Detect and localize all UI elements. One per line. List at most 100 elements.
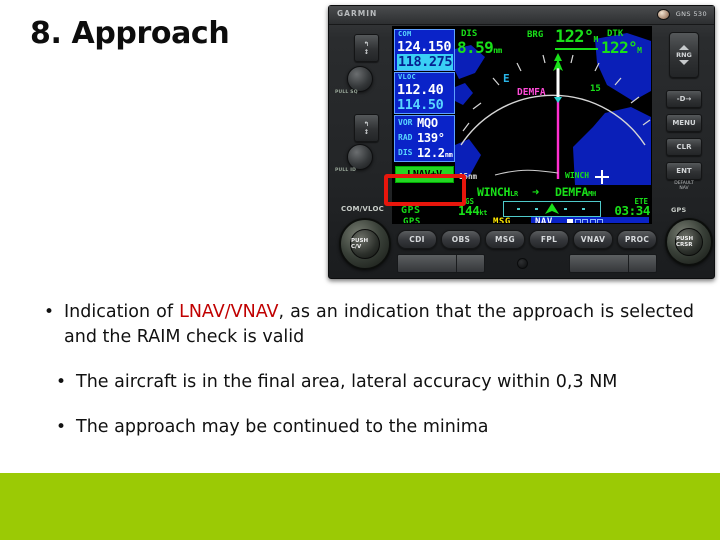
to-waypoint: DEMFAMH xyxy=(555,185,596,199)
vnav-button[interactable]: VNAV xyxy=(573,230,613,249)
com-vloc-inner-knob[interactable]: PUSH C/V xyxy=(350,229,380,259)
com-standby-frequency: 118.275 xyxy=(397,54,454,70)
msg-button[interactable]: MSG xyxy=(485,230,525,249)
com-vloc-knob-label: COM/VLOC xyxy=(341,205,384,213)
desired-track-number: 122° xyxy=(601,38,638,57)
cdi-dot xyxy=(517,207,520,210)
signal-bar xyxy=(567,219,573,223)
list-item: • Indication of LNAV/VNAV, as an indicati… xyxy=(34,300,694,350)
fpl-button[interactable]: FPL xyxy=(529,230,569,249)
clear-button[interactable]: CLR xyxy=(666,138,702,156)
garmin-brand-logo: GARMIN xyxy=(337,9,378,18)
vor-data-box[interactable]: VOR MQO RAD 139° DIS 12.2nm xyxy=(394,115,455,162)
vloc-flipflop-arrows-icon: ↕ xyxy=(363,128,370,136)
groundspeed-unit: kt xyxy=(479,209,488,217)
com-volume-knob[interactable] xyxy=(347,66,373,92)
vloc-flipflop-icon: ↰ xyxy=(363,120,370,128)
vloc-label: VLOC xyxy=(398,73,417,81)
from-waypoint-suffix: LR xyxy=(510,190,518,198)
compass-east-marker: E xyxy=(503,72,510,85)
vloc-volume-label: PULL ID xyxy=(335,168,357,173)
menu-button[interactable]: MENU xyxy=(666,114,702,132)
cdi-button[interactable]: CDI xyxy=(397,230,437,249)
map-distance-unit: nm xyxy=(493,46,502,55)
gps-cursor-knob[interactable]: PUSH CRSR xyxy=(665,218,713,266)
gns530-unit: GARMIN GNS 530 COM 124.150 118.275 VLOC … xyxy=(328,5,715,279)
com-flipflop-arrows-icon: ↕ xyxy=(363,48,370,56)
list-item: • The approach may be continued to the mi… xyxy=(34,415,694,440)
bearing-value: 122°M xyxy=(555,27,598,50)
signal-bar xyxy=(574,219,581,223)
ete-value: 03:34 xyxy=(614,203,650,218)
course-deviation-indicator xyxy=(503,201,601,217)
cdi-aircraft-symbol xyxy=(545,203,559,214)
to-waypoint-suffix: MH xyxy=(588,190,596,198)
vloc-flipflop-button[interactable]: ↰ ↕ xyxy=(354,114,379,142)
bullet-highlight: LNAV/VNAV xyxy=(179,302,279,322)
bearing-unit: M xyxy=(593,35,599,44)
gps-inner-knob[interactable]: PUSH CRSR xyxy=(675,228,703,256)
com-volume-label: PULL SQ xyxy=(335,90,358,95)
slot-divider xyxy=(456,255,457,272)
radial-value: 139° xyxy=(417,131,445,145)
signal-bar xyxy=(582,219,588,223)
vor-distance-value: 12.2nm xyxy=(417,146,453,160)
right-card-slot[interactable] xyxy=(569,254,657,273)
status-nav-label: NAV xyxy=(535,217,553,224)
vor-ident-value: MQO xyxy=(417,116,438,130)
cdi-dot xyxy=(582,207,585,210)
vloc-standby-frequency: 114.50 xyxy=(397,97,444,113)
range-up-icon[interactable] xyxy=(679,45,689,50)
map-waypoint-demfa-label: DEMFA xyxy=(517,87,546,98)
vor-label: VOR xyxy=(398,118,413,127)
status-message-annunciator[interactable]: MSG xyxy=(493,217,511,223)
nav-source-indicator: GPS xyxy=(401,205,421,216)
com-flipflop-icon: ↰ xyxy=(363,40,370,48)
radial-label: RAD xyxy=(398,133,413,142)
slide-accent-band xyxy=(0,473,720,540)
left-card-slot[interactable] xyxy=(397,254,485,273)
bullet-list: • Indication of LNAV/VNAV, as an indicati… xyxy=(34,300,694,456)
bearing-label: BRG xyxy=(527,30,544,40)
direct-to-button[interactable]: -D→ xyxy=(666,90,702,108)
moving-map-area[interactable]: DIS 8.59nm BRG 122°M DTK 122°M E 15 DEMF… xyxy=(455,27,651,185)
cdi-dot xyxy=(564,207,567,210)
range-down-icon[interactable] xyxy=(679,60,689,65)
red-annotation-box xyxy=(384,174,466,206)
com-flipflop-button[interactable]: ↰ ↕ xyxy=(354,34,379,62)
desired-track-value: 122°M xyxy=(601,38,642,57)
com-radio-box[interactable]: COM 124.150 118.275 xyxy=(394,29,455,71)
signal-bar xyxy=(589,219,596,223)
vloc-active-frequency: 112.40 xyxy=(397,82,444,98)
status-gps-label: GPS xyxy=(403,217,421,224)
default-nav-label: DEFAULT NAV xyxy=(674,181,694,191)
bearing-number: 122° xyxy=(555,27,594,47)
proc-button[interactable]: PROC xyxy=(617,230,657,249)
screen-status-bar: GPS MSG NAV xyxy=(393,217,651,224)
obs-button[interactable]: OBS xyxy=(441,230,481,249)
power-indicator-led xyxy=(657,8,670,20)
map-distance-value: 8.59nm xyxy=(457,38,502,57)
bullet-text-pre: Indication of xyxy=(64,302,180,322)
vloc-radio-box[interactable]: VLOC 112.40 114.50 xyxy=(394,72,455,114)
status-nav-block: NAV xyxy=(531,217,649,224)
vloc-volume-knob[interactable] xyxy=(347,144,373,170)
desired-track-unit: M xyxy=(637,46,642,55)
from-waypoint: WINCHLR xyxy=(477,185,518,199)
cdi-dot xyxy=(535,207,538,210)
vor-distance-number: 12.2 xyxy=(417,146,445,160)
bullet-marker: • xyxy=(56,372,67,392)
gns-model-label: GNS 530 xyxy=(675,10,707,18)
signal-strength-bars xyxy=(567,219,603,223)
com-vloc-tuning-knob[interactable]: PUSH C/V xyxy=(339,218,391,270)
bullet-marker: • xyxy=(56,417,67,437)
range-button[interactable]: RNG xyxy=(669,32,699,78)
list-item: • The aircraft is in the final area, late… xyxy=(34,370,694,395)
vor-distance-unit: nm xyxy=(444,151,453,159)
gps-knob-label: GPS xyxy=(671,206,687,214)
map-waypoint-winch-label: WINCH xyxy=(565,171,590,180)
leg-arrow-icon: ➜ xyxy=(532,185,540,199)
bullet-text: The approach may be continued to the min… xyxy=(76,417,489,437)
enter-button[interactable]: ENT xyxy=(666,162,702,180)
com-active-frequency: 124.150 xyxy=(397,39,452,55)
